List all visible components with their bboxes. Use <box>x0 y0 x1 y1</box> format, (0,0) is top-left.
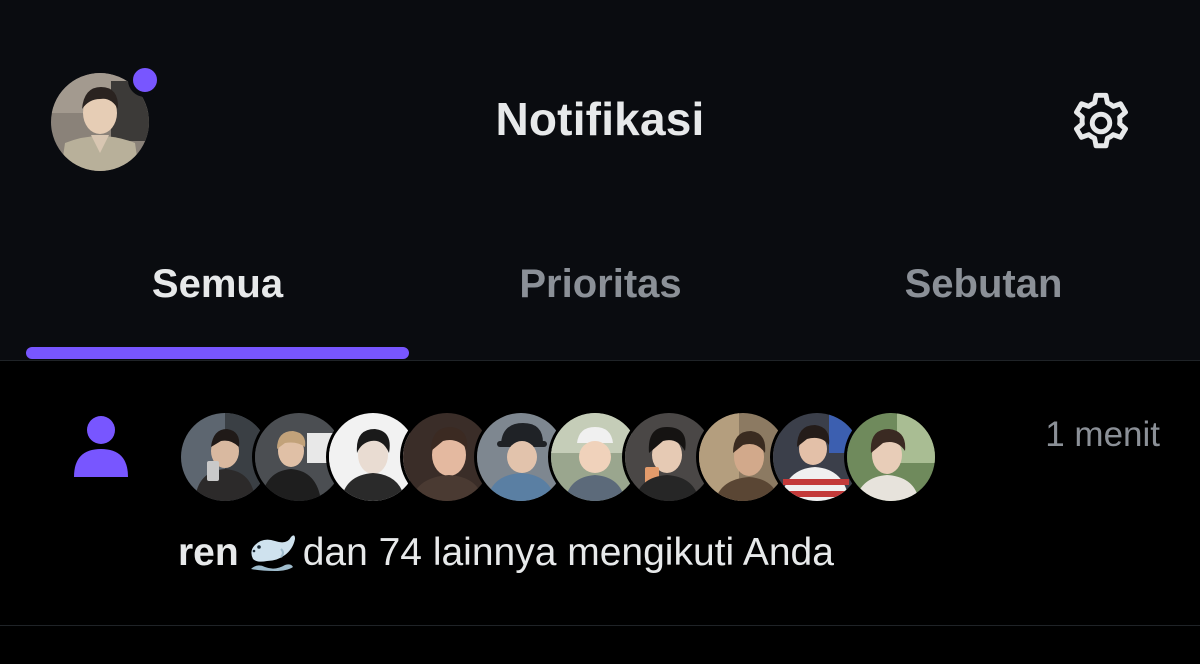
tab-bar: Semua Prioritas Sebutan <box>0 240 1200 360</box>
tab-prioritas[interactable]: Prioritas <box>409 240 792 360</box>
notification-message: dan 74 lainnya mengikuti Anda <box>302 531 834 574</box>
tab-label: Semua <box>151 262 284 306</box>
gear-icon[interactable] <box>1066 88 1136 158</box>
follower-avatars <box>178 410 938 506</box>
person-icon <box>74 416 128 477</box>
notification-time: 1 menit <box>1045 415 1160 454</box>
page-title: Notifikasi <box>495 93 705 145</box>
seal-emoji-icon <box>250 535 295 571</box>
tab-label: Sebutan <box>904 262 1063 306</box>
tab-sebutan[interactable]: Sebutan <box>792 240 1175 360</box>
notification-text: ren dan 74 lainnya mengikuti Anda <box>178 529 834 575</box>
notification-item[interactable]: 1 menit ren dan 74 lainnya mengikuti And… <box>0 361 1200 625</box>
divider <box>0 625 1200 626</box>
follower-avatar[interactable] <box>844 410 938 504</box>
tab-label: Prioritas <box>519 262 682 306</box>
active-tab-indicator <box>26 347 409 359</box>
tab-semua[interactable]: Semua <box>26 240 409 360</box>
actor-name[interactable]: ren <box>178 531 239 574</box>
